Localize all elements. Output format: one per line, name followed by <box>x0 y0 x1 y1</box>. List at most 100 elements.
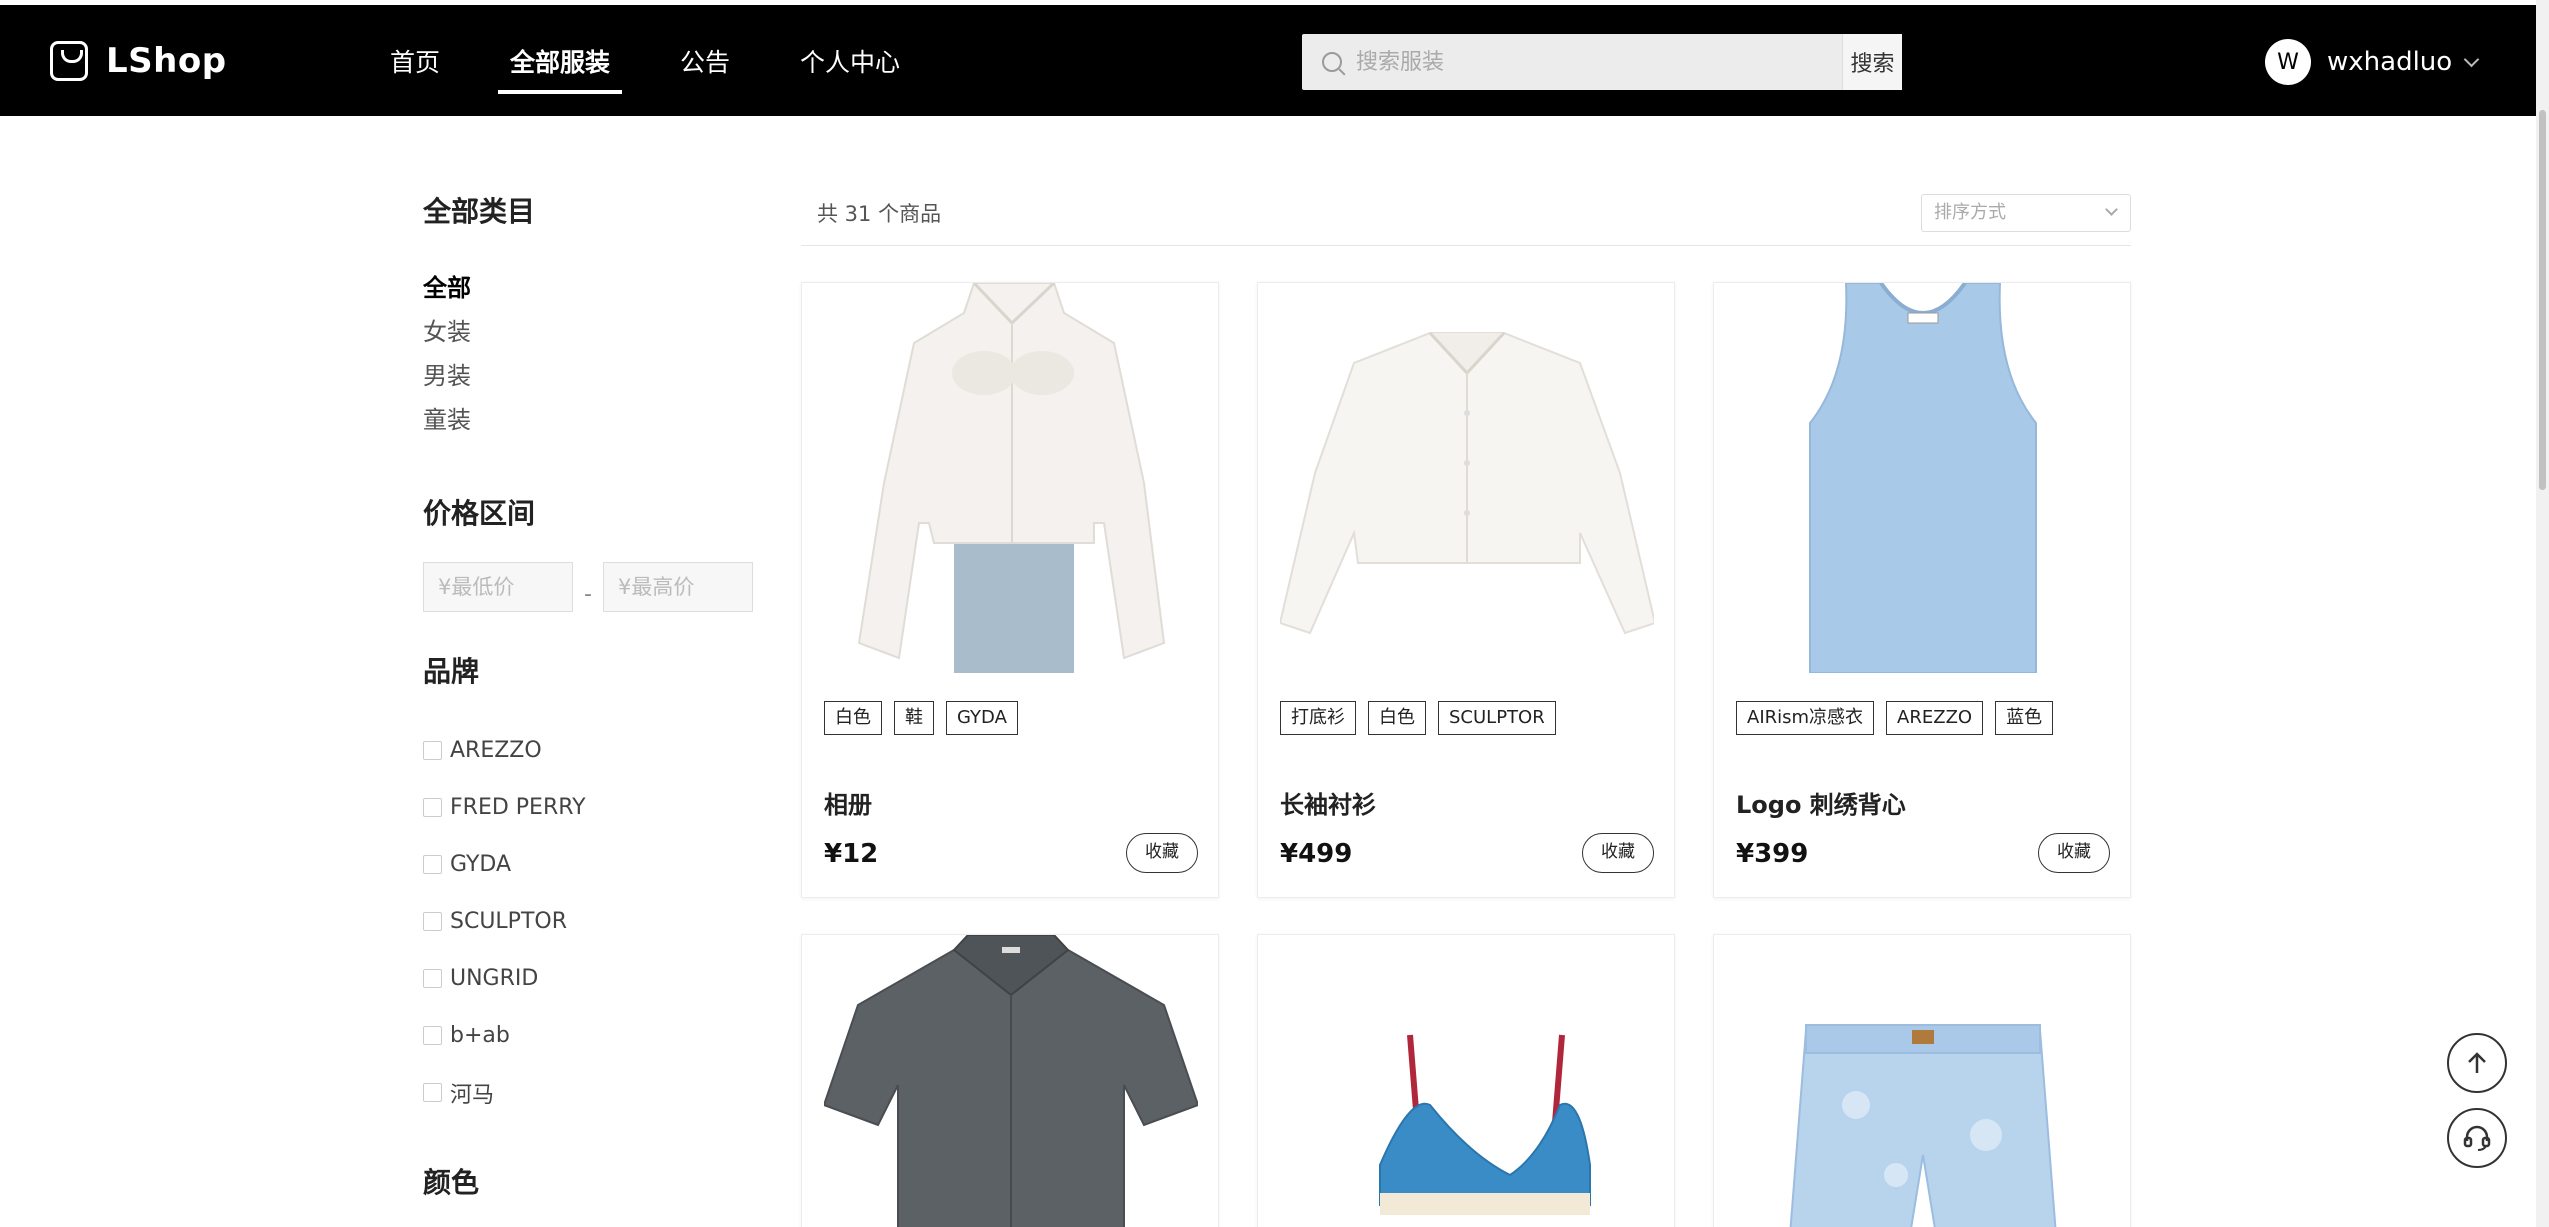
product-image[interactable] <box>1280 935 1654 1227</box>
favorite-button[interactable]: 收藏 <box>1126 833 1198 873</box>
color-title: 颜色 <box>423 1166 480 1199</box>
product-image[interactable] <box>824 935 1198 1227</box>
brand-label: SCULPTOR <box>450 909 567 934</box>
sort-placeholder: 排序方式 <box>1934 202 2006 223</box>
blue-shorts-image <box>1736 935 2110 1227</box>
nav-all-clothing[interactable]: 全部服装 <box>480 5 640 116</box>
product-image[interactable] <box>1280 283 1654 673</box>
tag-badge[interactable]: 白色 <box>1368 701 1426 735</box>
white-shirt-image <box>1280 283 1654 673</box>
product-card[interactable]: AIRism凉感衣 AREZZO 蓝色 Logo 刺绣背心 ¥399 收藏 <box>1713 282 2131 898</box>
price-min-input[interactable] <box>423 562 573 612</box>
favorite-button[interactable]: 收藏 <box>2038 833 2110 873</box>
product-card[interactable] <box>1713 934 2131 1227</box>
tag-badge[interactable]: 白色 <box>824 701 882 735</box>
shopping-bag-icon <box>50 41 88 81</box>
product-card[interactable]: 打底衫 白色 SCULPTOR 长袖衬衫 ¥499 收藏 <box>1257 282 1675 898</box>
product-tags: 打底衫 白色 SCULPTOR <box>1280 701 1556 735</box>
brand-checkbox[interactable] <box>423 912 442 931</box>
brand-checkbox[interactable] <box>423 741 442 760</box>
brand-label: GYDA <box>450 852 511 877</box>
brand-label: AREZZO <box>450 738 542 763</box>
back-to-top-button[interactable] <box>2447 1033 2507 1093</box>
tag-badge[interactable]: SCULPTOR <box>1438 701 1556 735</box>
brand-item[interactable]: 河马 <box>423 1064 753 1121</box>
top-navbar: LShop 首页 全部服装 公告 个人中心 搜索 W wxhadluo <box>0 5 2536 116</box>
search-bar: 搜索 <box>1302 34 1902 90</box>
user-menu[interactable]: W wxhadluo <box>2265 39 2480 85</box>
blue-tank-image <box>1736 283 2110 673</box>
brand-item[interactable]: AREZZO <box>423 722 753 779</box>
nav-profile[interactable]: 个人中心 <box>770 5 930 116</box>
price-title: 价格区间 <box>423 497 536 530</box>
filter-sidebar: 全部类目 全部 女装 男装 童装 价格区间 - 品牌 AREZZO FRED P… <box>423 190 753 1227</box>
search-button[interactable]: 搜索 <box>1842 34 1902 90</box>
sheer-blouse-image <box>824 283 1198 673</box>
nav-home[interactable]: 首页 <box>360 5 470 116</box>
tag-badge[interactable]: 打底衫 <box>1280 701 1356 735</box>
search-input[interactable] <box>1356 49 1842 75</box>
product-price: ¥12 <box>824 839 879 869</box>
brand-checkbox[interactable] <box>423 969 442 988</box>
category-item-men[interactable]: 男装 <box>423 354 753 398</box>
grey-shirt-image <box>824 935 1198 1227</box>
logo-text: LShop <box>106 41 227 81</box>
product-image[interactable] <box>1736 935 2110 1227</box>
avatar[interactable]: W <box>2265 39 2311 85</box>
product-price: ¥499 <box>1280 839 1353 869</box>
price-max-input[interactable] <box>603 562 753 612</box>
brand-checkbox[interactable] <box>423 855 442 874</box>
product-card[interactable]: 白色 鞋 GYDA 相册 ¥12 收藏 <box>801 282 1219 898</box>
product-name[interactable]: 长袖衬衫 <box>1280 785 1376 820</box>
brand-label: 河马 <box>450 1082 495 1108</box>
category-item-women[interactable]: 女装 <box>423 310 753 354</box>
product-area: 共 31 个商品 排序方式 白色 鞋 GYDA 相册 ¥12 收藏 打底衫 白色… <box>801 186 2131 1227</box>
chevron-down-icon[interactable] <box>2463 51 2480 67</box>
product-name[interactable]: 相册 <box>824 785 872 820</box>
product-name[interactable]: Logo 刺绣背心 <box>1736 785 1906 820</box>
brand-item[interactable]: FRED PERRY <box>423 779 753 836</box>
nav-announcements[interactable]: 公告 <box>650 5 760 116</box>
brand-label: UNGRID <box>450 966 539 991</box>
arrow-up-icon <box>2468 1052 2486 1073</box>
brand-label: b+ab <box>450 1023 510 1048</box>
brand-checkbox[interactable] <box>423 1083 442 1102</box>
headset-icon <box>2463 1125 2491 1151</box>
category-item-all[interactable]: 全部 <box>423 266 753 310</box>
category-item-kids[interactable]: 童装 <box>423 398 753 442</box>
tag-badge[interactable]: AIRism凉感衣 <box>1736 701 1875 735</box>
username[interactable]: wxhadluo <box>2327 47 2452 77</box>
product-tags: AIRism凉感衣 AREZZO 蓝色 <box>1736 701 2054 735</box>
price-separator: - <box>584 581 592 607</box>
price-range: - <box>423 562 753 612</box>
brand-checkbox[interactable] <box>423 1026 442 1045</box>
brand-item[interactable]: SCULPTOR <box>423 893 753 950</box>
brand-list: AREZZO FRED PERRY GYDA SCULPTOR UNGRID b… <box>423 722 753 1121</box>
brand-title: 品牌 <box>423 655 480 688</box>
product-image[interactable] <box>824 283 1198 673</box>
brand-item[interactable]: b+ab <box>423 1007 753 1064</box>
category-list: 全部 女装 男装 童装 <box>423 266 753 442</box>
brand-item[interactable]: UNGRID <box>423 950 753 1007</box>
list-toolbar: 共 31 个商品 排序方式 <box>801 186 2131 246</box>
chevron-down-icon <box>2105 203 2118 216</box>
favorite-button[interactable]: 收藏 <box>1582 833 1654 873</box>
product-count: 共 31 个商品 <box>817 202 942 226</box>
brand-label: FRED PERRY <box>450 795 586 820</box>
product-image[interactable] <box>1736 283 2110 673</box>
sort-select[interactable]: 排序方式 <box>1921 194 2131 232</box>
product-card[interactable] <box>801 934 1219 1227</box>
brand-checkbox[interactable] <box>423 798 442 817</box>
product-card[interactable] <box>1257 934 1675 1227</box>
product-price: ¥399 <box>1736 839 1809 869</box>
product-tags: 白色 鞋 GYDA <box>824 701 1018 735</box>
scrollbar-thumb[interactable] <box>2539 110 2546 490</box>
customer-service-button[interactable] <box>2447 1108 2507 1168</box>
tag-badge[interactable]: AREZZO <box>1886 701 1984 735</box>
tag-badge[interactable]: 鞋 <box>894 701 934 735</box>
main-nav: 首页 全部服装 公告 个人中心 <box>360 5 940 116</box>
logo[interactable]: LShop <box>50 41 227 81</box>
tag-badge[interactable]: 蓝色 <box>1995 701 2054 735</box>
brand-item[interactable]: GYDA <box>423 836 753 893</box>
tag-badge[interactable]: GYDA <box>946 701 1018 735</box>
